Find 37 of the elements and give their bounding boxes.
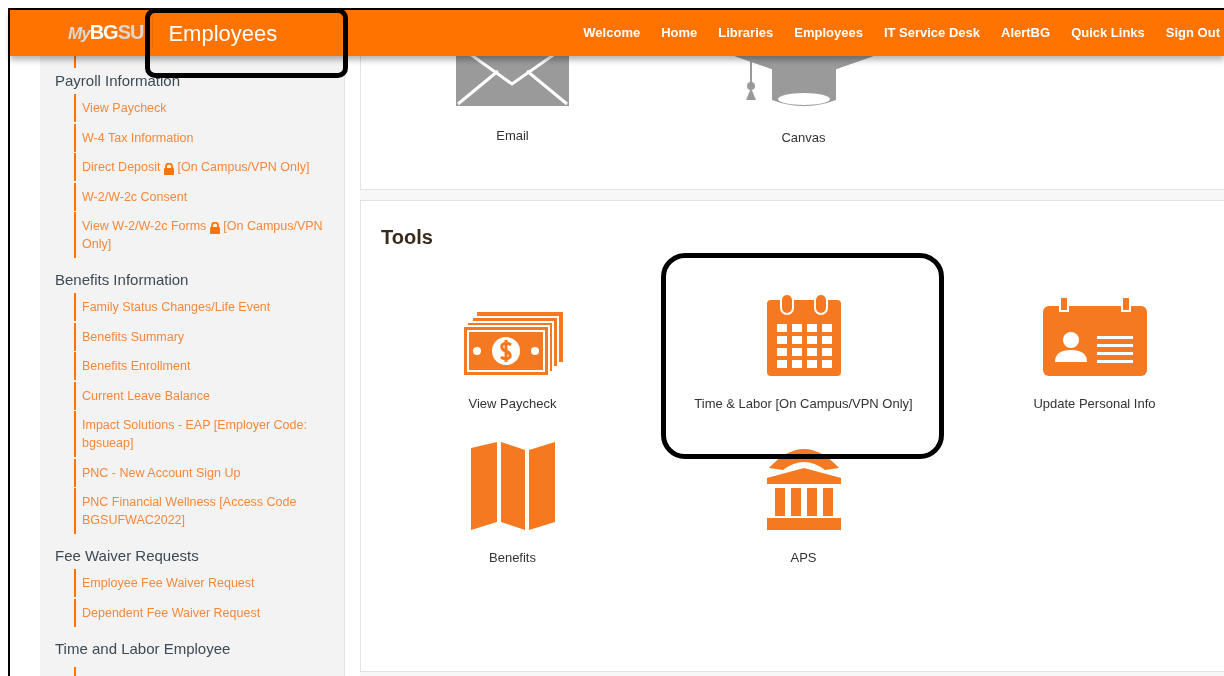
tool-label[interactable]: View Paycheck — [468, 394, 557, 414]
nav-link[interactable]: AlertBG — [1001, 23, 1051, 43]
sidebar-link[interactable]: View W-2/W-2c Forms [On Campus/VPN Only] — [74, 212, 334, 258]
sidebar-link[interactable]: W-2/W-2c Consent — [74, 182, 334, 211]
tool-label[interactable]: Update Personal Info — [1033, 394, 1156, 414]
section-heading: Benefits Information — [55, 270, 190, 290]
nav-link[interactable]: Sign Out — [1165, 23, 1220, 43]
sidebar-link[interactable]: Benefits Enrollment — [74, 352, 334, 380]
sidebar-link[interactable]: Benefits Summary — [74, 322, 334, 351]
page-title: Employees — [168, 19, 278, 48]
app-label[interactable]: Canvas — [781, 128, 826, 148]
sidebar-link[interactable]: Impact Solutions - EAP [Employer Code: bgsueap] — [74, 411, 334, 457]
section-heading: Payroll Information — [55, 71, 182, 91]
nav-link[interactable]: Employees — [794, 23, 863, 43]
tool-label[interactable]: APS — [790, 547, 817, 567]
sidebar-link[interactable]: PNC - New Account Sign Up — [74, 458, 334, 487]
sidebar-link[interactable]: W-4 Tax Information — [74, 123, 334, 152]
nav-link[interactable]: Home — [661, 23, 698, 43]
tool-label[interactable]: Benefits — [489, 547, 536, 567]
section-heading: Fee Waiver Requests — [55, 546, 200, 566]
sidebar-link[interactable]: PNC Financial Wellness [Access Code BGSUFWAC2022] — [74, 488, 334, 534]
nav-link[interactable]: IT Service Desk — [883, 23, 980, 43]
sidebar-link[interactable]: Direct Deposit [On Campus/VPN Only] — [74, 153, 334, 181]
nav-link[interactable]: Quick Links — [1071, 23, 1145, 43]
sidebar-link[interactable]: Dependent Fee Waiver Request — [74, 598, 334, 627]
section-heading: Time and Labor Employee — [55, 638, 232, 659]
sidebar-link[interactable]: Employee Fee Waiver Request — [74, 569, 334, 597]
sidebar-link[interactable]: Family Status Changes/Life Event — [74, 293, 334, 321]
sidebar-link[interactable]: Current Leave Balance — [74, 381, 334, 410]
map-icon — [470, 441, 555, 530]
nav-link[interactable]: Welcome — [583, 23, 641, 43]
sidebar-link[interactable]: View Paycheck — [74, 94, 334, 122]
section-title: Tools — [381, 225, 434, 250]
tool-label[interactable]: Time & Labor [On Campus/VPN Only] — [694, 394, 913, 414]
nav-link[interactable]: Libraries — [718, 23, 774, 43]
app-label[interactable]: Email — [496, 126, 529, 146]
logo[interactable]: MyBGSU — [68, 17, 154, 49]
